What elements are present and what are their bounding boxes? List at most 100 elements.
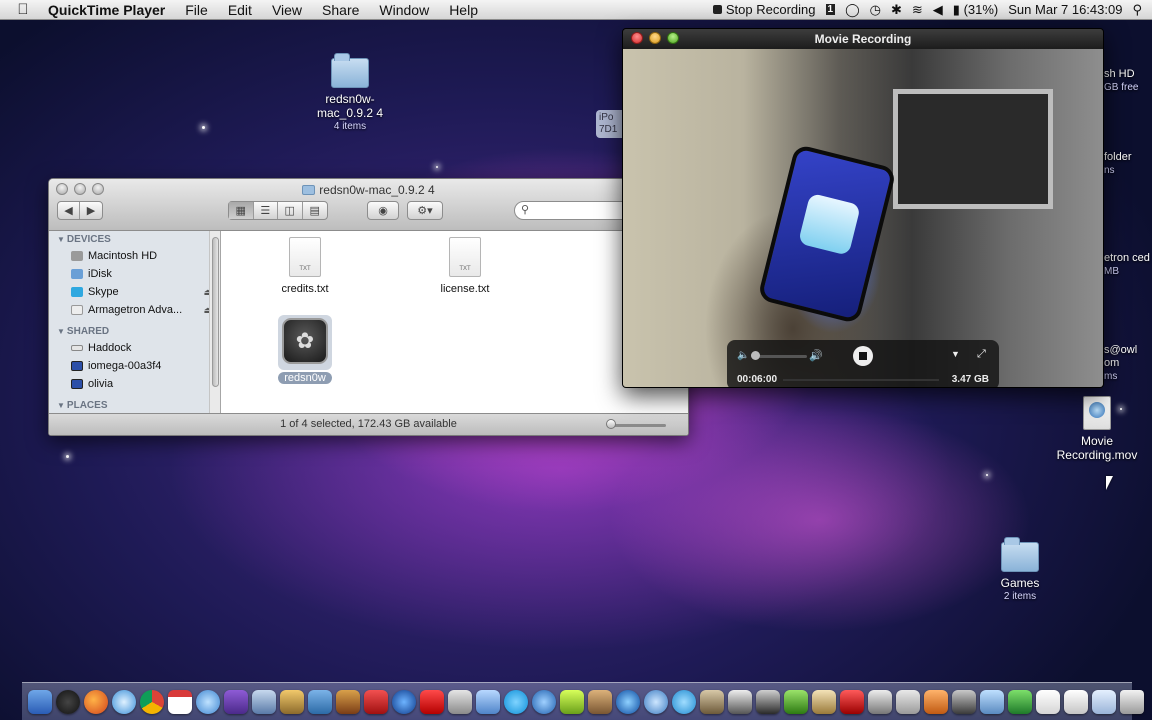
- app-dock-icon[interactable]: [224, 689, 248, 714]
- action-menu-button[interactable]: ⚙▾: [407, 201, 443, 220]
- menu-help[interactable]: Help: [439, 2, 488, 18]
- desktop-movie-file[interactable]: Movie Recording.mov: [1050, 396, 1144, 462]
- menu-window[interactable]: Window: [369, 2, 439, 18]
- desktop-folder-redsn0w[interactable]: redsn0w-mac_0.9.2 4 4 items: [310, 53, 390, 133]
- sidebar-scrollbar[interactable]: [209, 231, 220, 415]
- trash-dock-icon[interactable]: [1120, 689, 1144, 714]
- bluetooth-icon[interactable]: ✱: [891, 2, 902, 18]
- app-dock-icon[interactable]: [364, 689, 388, 714]
- coverflow-view-button[interactable]: ▤: [303, 202, 327, 219]
- desktop-owl-label[interactable]: s@owl om ms: [1104, 344, 1152, 383]
- document-dock-icon[interactable]: [1036, 689, 1060, 714]
- options-menu-button[interactable]: ▼: [951, 349, 960, 359]
- chrome-dock-icon[interactable]: [140, 689, 164, 714]
- menu-view[interactable]: View: [262, 2, 312, 18]
- sidebar-item-iomega[interactable]: iomega-00a3f4: [49, 357, 220, 375]
- volume-slider-knob[interactable]: [751, 351, 760, 360]
- ichat-dock-icon[interactable]: [196, 689, 220, 714]
- app-dock-icon[interactable]: [896, 689, 920, 714]
- menu-share[interactable]: Share: [312, 2, 369, 18]
- app-dock-icon[interactable]: [476, 689, 500, 714]
- preview-dock-icon[interactable]: [252, 689, 276, 714]
- finder-titlebar[interactable]: redsn0w-mac_0.9.2 4 ◀ ▶ ▦ ☰ ◫ ▤ ◉ ⚙▾ ⚲: [49, 179, 688, 231]
- flip-dock-icon[interactable]: [672, 689, 696, 714]
- app-dock-icon[interactable]: [700, 689, 724, 714]
- app-dock-icon[interactable]: [644, 689, 668, 714]
- app-dock-icon[interactable]: [924, 689, 948, 714]
- app-dock-icon[interactable]: [756, 689, 780, 714]
- app-status-icon[interactable]: 1: [825, 4, 836, 15]
- app-dock-icon[interactable]: [784, 689, 808, 714]
- document-dock-icon[interactable]: [1092, 689, 1116, 714]
- sidebar-item-haddock[interactable]: Haddock: [49, 339, 220, 357]
- desktop-folder-games[interactable]: Games 2 items: [984, 537, 1056, 603]
- sidebar-item-macintosh-hd[interactable]: Macintosh HD: [49, 247, 220, 265]
- clock[interactable]: Sun Mar 7 16:43:09: [1008, 2, 1122, 17]
- app-dock-icon[interactable]: [448, 689, 472, 714]
- safari-dock-icon[interactable]: [112, 689, 136, 714]
- sidebar-item-olivia[interactable]: olivia: [49, 375, 220, 393]
- firefox-dock-icon[interactable]: [84, 689, 108, 714]
- back-button[interactable]: ◀: [58, 202, 81, 219]
- apple-icon[interactable]: : [0, 1, 46, 18]
- quicktime-titlebar[interactable]: Movie Recording: [623, 29, 1103, 49]
- sidebar-header-devices[interactable]: ▼ DEVICES: [49, 231, 220, 247]
- app-dock-icon[interactable]: [980, 689, 1004, 714]
- sidebar-item-label: Skype: [88, 286, 119, 298]
- stop-recording-button[interactable]: [853, 346, 873, 366]
- volume-icon[interactable]: ◀: [933, 2, 943, 18]
- spotlight-icon[interactable]: ⚲: [1132, 2, 1142, 18]
- icon-size-slider-knob[interactable]: [606, 419, 616, 429]
- stop-recording-item[interactable]: Stop Recording: [712, 2, 816, 17]
- finder-dock-icon[interactable]: [28, 689, 52, 714]
- desktop-folder-label[interactable]: folder ns: [1104, 151, 1132, 177]
- app-dock-icon[interactable]: [392, 689, 416, 714]
- sidebar-header-shared[interactable]: ▼ SHARED: [49, 323, 220, 339]
- dashboard-dock-icon[interactable]: [56, 689, 80, 714]
- sidebar-item-armagetron[interactable]: Armagetron Adva... ⏏: [49, 301, 220, 319]
- desktop-hd-label[interactable]: sh HD GB free: [1104, 68, 1138, 94]
- app-dock-icon[interactable]: [812, 689, 836, 714]
- app-dock-icon[interactable]: [308, 689, 332, 714]
- desktop-armagetron-label[interactable]: etron ced MB: [1104, 252, 1150, 278]
- icon-view-button[interactable]: ▦: [229, 202, 254, 219]
- wifi-icon[interactable]: ≋: [912, 2, 923, 18]
- desktop-folder-sub: 4 items: [333, 121, 367, 132]
- sidebar-item-idisk[interactable]: iDisk: [49, 265, 220, 283]
- scrollbar-thumb[interactable]: [212, 237, 219, 387]
- menu-file[interactable]: File: [175, 2, 218, 18]
- file-credits[interactable]: credits.txt: [250, 237, 360, 295]
- app-dock-icon[interactable]: [728, 689, 752, 714]
- ical-dock-icon[interactable]: [168, 689, 192, 714]
- skype-disk-icon: [71, 287, 83, 297]
- list-view-button[interactable]: ☰: [254, 202, 278, 219]
- iphoto-dock-icon[interactable]: [280, 689, 304, 714]
- menu-app-name[interactable]: QuickTime Player: [46, 2, 175, 18]
- chat-icon[interactable]: ◯: [845, 2, 860, 18]
- app-dock-icon[interactable]: [588, 689, 612, 714]
- app-dock-icon[interactable]: [616, 689, 640, 714]
- forward-button[interactable]: ▶: [80, 202, 102, 219]
- sidebar-header-devices-label: DEVICES: [66, 234, 111, 245]
- file-redsn0w-app[interactable]: ✿ redsn0w: [250, 315, 360, 384]
- column-view-button[interactable]: ◫: [278, 202, 303, 219]
- fullscreen-icon[interactable]: ⤢: [977, 348, 986, 361]
- app-dock-icon[interactable]: [868, 689, 892, 714]
- app-dock-icon[interactable]: [560, 689, 584, 714]
- sidebar-item-skype[interactable]: Skype ⏏: [49, 283, 220, 301]
- skype-dock-icon[interactable]: [504, 689, 528, 714]
- battery-status[interactable]: ▮ (31%): [953, 2, 998, 18]
- youtube-dock-icon[interactable]: [420, 689, 444, 714]
- app-dock-icon[interactable]: [336, 689, 360, 714]
- time-machine-icon[interactable]: ◷: [870, 2, 881, 18]
- document-dock-icon[interactable]: [1064, 689, 1088, 714]
- icon-size-slider[interactable]: [608, 424, 666, 427]
- quick-look-button[interactable]: ◉: [367, 201, 399, 220]
- app-dock-icon[interactable]: [532, 689, 556, 714]
- app-dock-icon[interactable]: [1008, 689, 1032, 714]
- file-license[interactable]: license.txt: [410, 237, 520, 295]
- menu-edit[interactable]: Edit: [218, 2, 262, 18]
- app-dock-icon[interactable]: [840, 689, 864, 714]
- app-dock-icon[interactable]: [952, 689, 976, 714]
- sidebar-header-places[interactable]: ▼ PLACES: [49, 397, 220, 413]
